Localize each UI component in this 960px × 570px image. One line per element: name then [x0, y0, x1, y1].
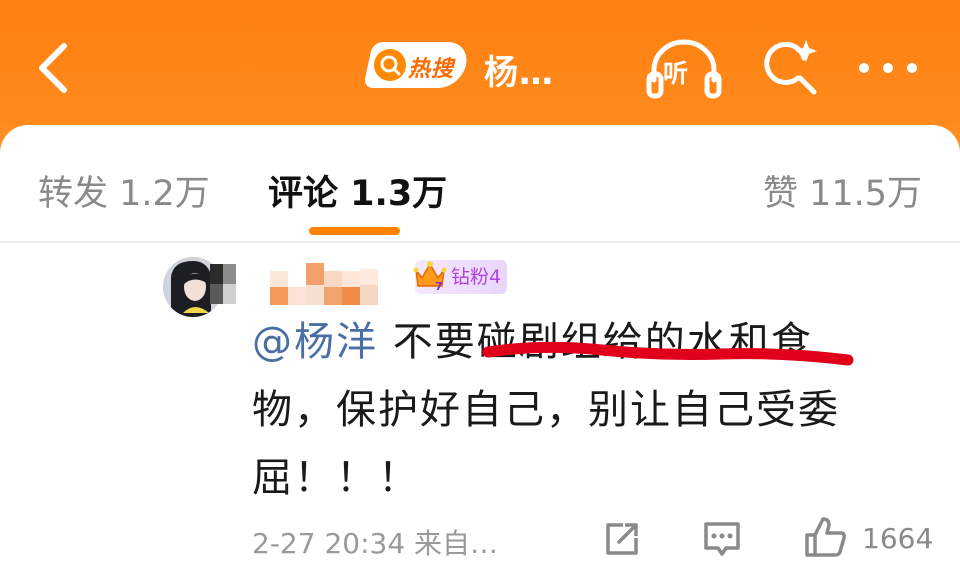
tab-repost[interactable]: 转发 1.2万 — [38, 165, 210, 216]
listen-button[interactable]: 听 — [646, 36, 722, 100]
mention-link[interactable]: @杨洋 — [252, 319, 378, 365]
username-mosaic — [270, 263, 388, 307]
more-dots-icon — [859, 63, 917, 73]
more-button[interactable] — [856, 56, 920, 80]
comment-line-2: 物，保护好自己，别让自己受委 — [252, 387, 840, 433]
comment-source: 来自… — [414, 527, 499, 560]
like-button[interactable] — [803, 515, 847, 559]
tab-like[interactable]: 赞 11.5万 — [763, 165, 922, 216]
fan-level-badge[interactable]: 7 钻粉4 — [413, 260, 508, 294]
comment-line-3: 屈！！！ — [252, 455, 420, 501]
badge-level: 7 — [435, 280, 443, 293]
tab-comment[interactable]: 评论 1.3万 — [268, 165, 447, 216]
topic-title[interactable]: 杨… — [484, 45, 554, 94]
share-icon — [606, 523, 638, 555]
hot-search-icon — [374, 49, 406, 81]
hot-search-label: 热搜 — [408, 57, 455, 82]
hot-search-pill[interactable]: 热搜 — [363, 42, 471, 88]
comment-time: 2-27 20:34 — [252, 527, 406, 560]
chevron-left-icon — [39, 43, 67, 93]
active-tab-indicator — [309, 227, 400, 235]
comment-meta: 2-27 20:34 来自… — [252, 522, 498, 562]
search-button[interactable] — [760, 36, 822, 98]
like-count: 1664 — [862, 522, 934, 555]
share-button[interactable] — [603, 520, 641, 558]
red-marker-underline — [482, 341, 854, 366]
badge-label: 钻粉4 — [451, 266, 502, 288]
comment-bubble-icon — [704, 522, 740, 556]
thumbs-up-icon — [805, 517, 846, 557]
tab-divider — [0, 241, 960, 243]
crown-icon: 7 — [413, 261, 447, 293]
reply-button[interactable] — [702, 520, 742, 558]
back-button[interactable] — [30, 38, 80, 98]
avatar-mosaic — [210, 264, 236, 304]
sparkle-search-icon — [764, 40, 817, 95]
listen-label: 听 — [663, 59, 689, 88]
